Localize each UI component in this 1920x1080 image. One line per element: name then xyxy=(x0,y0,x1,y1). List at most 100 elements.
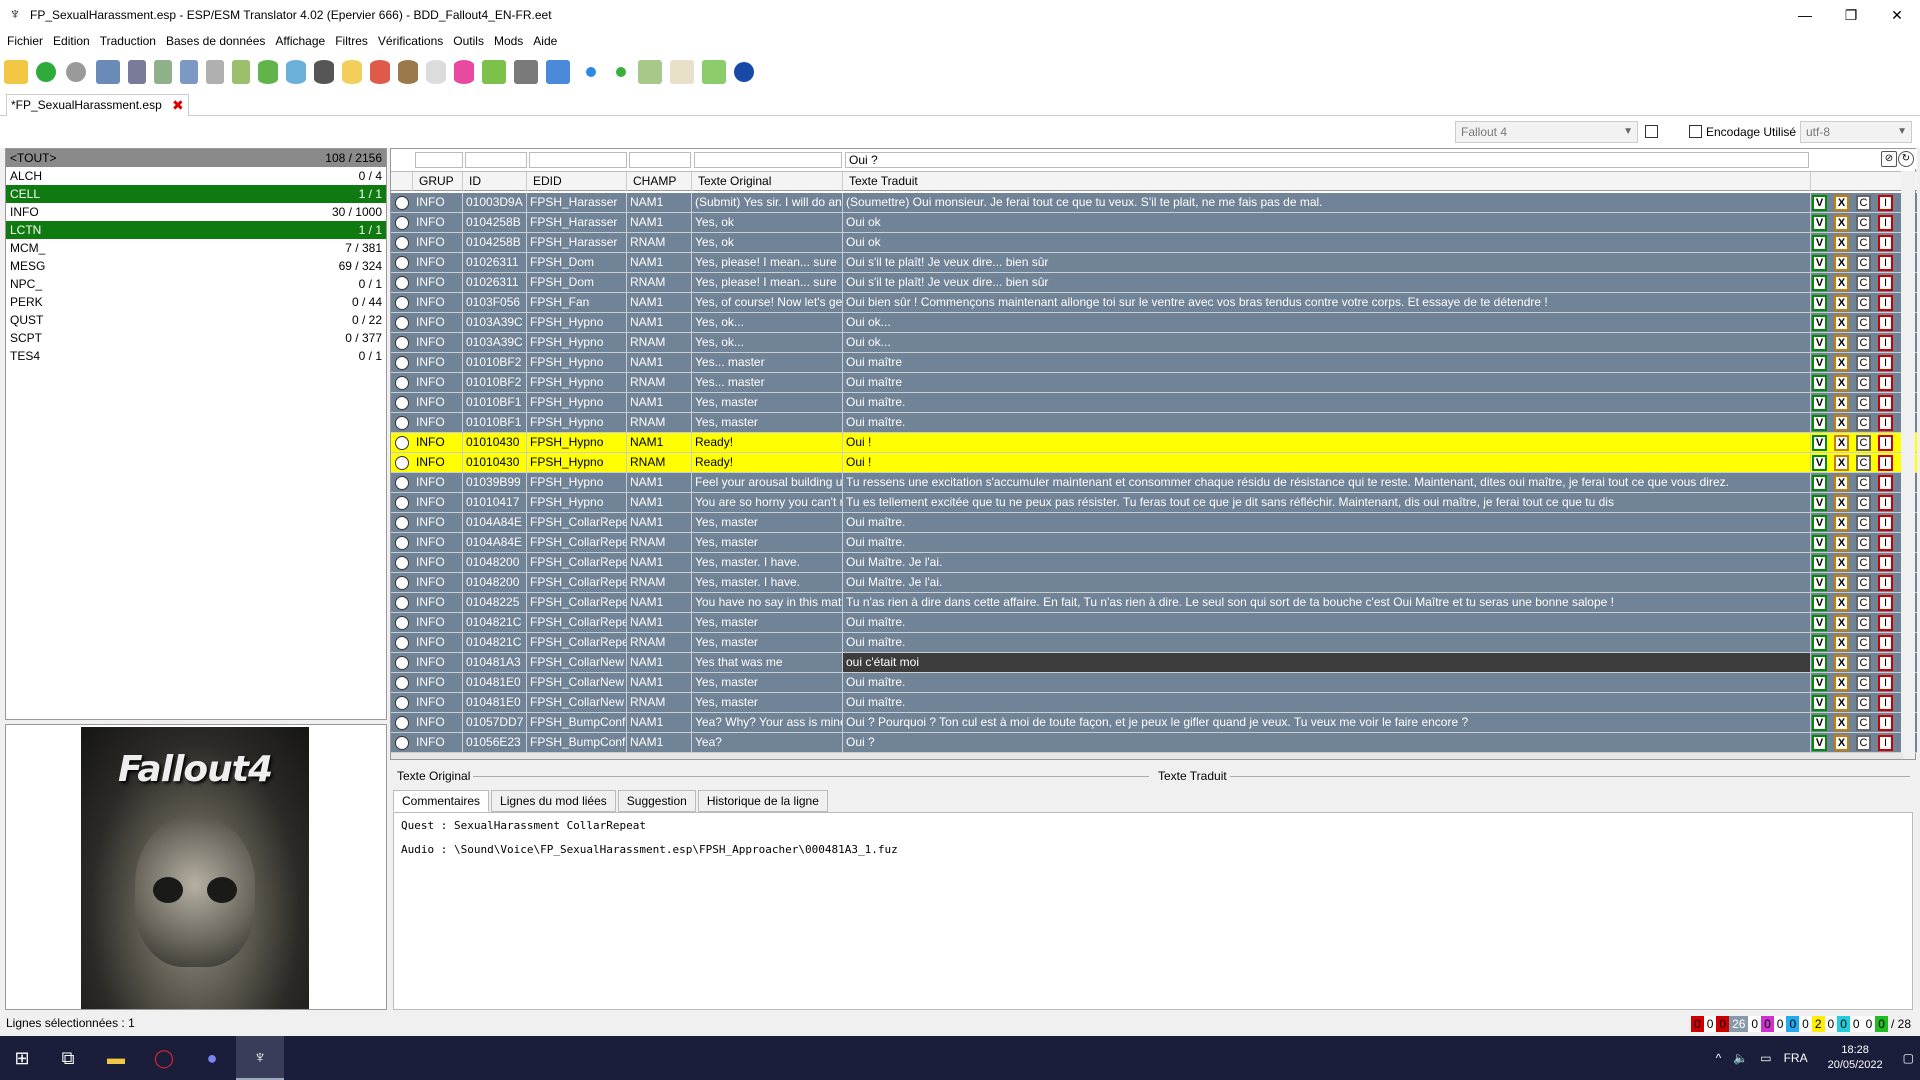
row-v-button[interactable]: V xyxy=(1812,735,1827,751)
taskbar-clock[interactable]: 18:28 20/05/2022 xyxy=(1828,1043,1883,1073)
menu-outils[interactable]: Outils xyxy=(448,34,489,48)
row-select-circle[interactable] xyxy=(395,256,409,270)
row-c-button[interactable]: C xyxy=(1856,295,1871,311)
row-i-button[interactable]: I xyxy=(1878,455,1893,471)
database-brown-icon[interactable] xyxy=(398,60,418,84)
row-x-button[interactable]: X xyxy=(1834,355,1849,371)
puzzle-icon[interactable] xyxy=(638,60,662,84)
database-red-icon[interactable] xyxy=(370,60,390,84)
row-c-button[interactable]: C xyxy=(1856,255,1871,271)
row-c-button[interactable]: C xyxy=(1856,415,1871,431)
table-row[interactable]: INFO 01010430 FPSH_Hypno RNAM Ready! Oui ! V X C… xyxy=(391,453,1917,473)
row-select-circle[interactable] xyxy=(395,516,409,530)
menu-traduction[interactable]: Traduction xyxy=(95,34,161,48)
row-i-button[interactable]: I xyxy=(1878,195,1893,211)
cell-trad[interactable]: Oui ok xyxy=(843,233,1811,252)
category-item[interactable]: <TOUT> 108 / 2156 xyxy=(6,149,386,167)
filter-id-input[interactable] xyxy=(465,152,527,168)
row-v-button[interactable]: V xyxy=(1812,615,1827,631)
notes-icon[interactable] xyxy=(482,60,506,84)
row-select-circle[interactable] xyxy=(395,396,409,410)
add-document-icon[interactable] xyxy=(232,60,250,84)
cell-trad[interactable]: Oui maître. xyxy=(843,633,1811,652)
row-x-button[interactable]: X xyxy=(1834,455,1849,471)
cell-trad[interactable]: Oui maître. xyxy=(843,513,1811,532)
row-select-circle[interactable] xyxy=(395,456,409,470)
row-c-button[interactable]: C xyxy=(1856,535,1871,551)
row-i-button[interactable]: I xyxy=(1878,715,1893,731)
tab-historique[interactable]: Historique de la ligne xyxy=(697,790,828,812)
row-select-circle[interactable] xyxy=(395,576,409,590)
table-row[interactable]: INFO0104A84EFPSH_CollarRepeatRNAMYes, ma… xyxy=(391,533,1917,553)
cell-trad[interactable]: Oui maître xyxy=(843,353,1811,372)
cell-trad[interactable]: Oui s'il te plaît! Je veux dire... bien … xyxy=(843,253,1811,272)
row-select-circle[interactable] xyxy=(395,416,409,430)
arrow-right-icon[interactable] xyxy=(36,62,56,82)
minimize-button[interactable]: — xyxy=(1782,0,1828,30)
row-i-button[interactable]: I xyxy=(1878,595,1893,611)
row-v-button[interactable]: V xyxy=(1812,655,1827,671)
table-row[interactable]: INFO01057DD7FPSH_BumpConfrontNAM1Yea? Wh… xyxy=(391,713,1917,733)
row-c-button[interactable]: C xyxy=(1856,435,1871,451)
row-select-circle[interactable] xyxy=(395,496,409,510)
blue-dot-icon[interactable] xyxy=(586,67,596,77)
row-x-button[interactable]: X xyxy=(1834,715,1849,731)
category-item[interactable]: SCPT 0 / 377 xyxy=(6,329,386,347)
row-select-circle[interactable] xyxy=(395,236,409,250)
filter-edid-input[interactable] xyxy=(529,152,627,168)
row-select-circle[interactable] xyxy=(395,436,409,450)
table-row[interactable]: INFO 010481E0 FPSH_CollarNew RNAM Yes, maste… xyxy=(391,693,1917,713)
row-i-button[interactable]: I xyxy=(1878,575,1893,591)
row-select-circle[interactable] xyxy=(395,596,409,610)
row-i-button[interactable]: I xyxy=(1878,355,1893,371)
row-i-button[interactable]: I xyxy=(1878,295,1893,311)
database-pink-icon[interactable] xyxy=(454,60,474,84)
language-indicator[interactable]: FRA xyxy=(1784,1051,1808,1065)
row-select-circle[interactable] xyxy=(395,336,409,350)
discord-icon[interactable]: ● xyxy=(188,1036,236,1080)
cell-trad[interactable]: Oui s'il te plaît! Je veux dire... bien … xyxy=(843,273,1811,292)
row-c-button[interactable]: C xyxy=(1856,475,1871,491)
table-row[interactable]: INFO 01010430 FPSH_Hypno NAM1 Ready! Oui ! V X C… xyxy=(391,433,1917,453)
row-select-circle[interactable] xyxy=(395,276,409,290)
row-i-button[interactable]: I xyxy=(1878,735,1893,751)
table-row[interactable]: INFO 01010BF2 FPSH_Hypno NAM1 Yes... master O… xyxy=(391,353,1917,373)
table-row[interactable]: INFO0104A84EFPSH_CollarRepeatNAM1Yes, ma… xyxy=(391,513,1917,533)
tab-lignes-liees[interactable]: Lignes du mod liées xyxy=(491,790,616,812)
tab-suggestion[interactable]: Suggestion xyxy=(617,790,696,812)
row-x-button[interactable]: X xyxy=(1834,675,1849,691)
row-i-button[interactable]: I xyxy=(1878,375,1893,391)
row-i-button[interactable]: I xyxy=(1878,275,1893,291)
row-c-button[interactable]: C xyxy=(1856,395,1871,411)
category-item[interactable]: NPC_ 0 / 1 xyxy=(6,275,386,293)
row-i-button[interactable]: I xyxy=(1878,535,1893,551)
menu-bases-de-donnees[interactable]: Bases de données xyxy=(161,34,270,48)
table-row[interactable]: INFO0104821CFPSH_CollarRepeatRNAMYes, ma… xyxy=(391,633,1917,653)
row-x-button[interactable]: X xyxy=(1834,615,1849,631)
row-x-button[interactable]: X xyxy=(1834,475,1849,491)
menu-aide[interactable]: Aide xyxy=(528,34,562,48)
row-select-circle[interactable] xyxy=(395,736,409,750)
row-v-button[interactable]: V xyxy=(1812,495,1827,511)
cell-trad[interactable]: Tu ressens une excitation s'accumuler ma… xyxy=(843,473,1811,492)
header-id[interactable]: ID xyxy=(463,172,527,191)
row-x-button[interactable]: X xyxy=(1834,415,1849,431)
row-c-button[interactable]: C xyxy=(1856,515,1871,531)
row-x-button[interactable]: X xyxy=(1834,315,1849,331)
table-row[interactable]: INFO 010481E0 FPSH_CollarNew NAM1 Yes, maste… xyxy=(391,673,1917,693)
row-i-button[interactable]: I xyxy=(1878,615,1893,631)
category-item[interactable]: CELL 1 / 1 xyxy=(6,185,386,203)
cell-trad[interactable]: Oui ok... xyxy=(843,313,1811,332)
row-v-button[interactable]: V xyxy=(1812,355,1827,371)
play-icon[interactable] xyxy=(734,62,754,82)
tab-commentaires[interactable]: Commentaires xyxy=(393,790,490,812)
row-x-button[interactable]: X xyxy=(1834,255,1849,271)
row-i-button[interactable]: I xyxy=(1878,235,1893,251)
row-i-button[interactable]: I xyxy=(1878,695,1893,711)
edit-icon[interactable] xyxy=(96,60,120,84)
table-row[interactable]: INFO 01026311 FPSH_Dom NAM1 Yes, please! I m… xyxy=(391,253,1917,273)
row-c-button[interactable]: C xyxy=(1856,235,1871,251)
row-v-button[interactable]: V xyxy=(1812,335,1827,351)
cell-trad[interactable]: Oui maître. xyxy=(843,693,1811,712)
table-row[interactable]: INFO 01003D9A FPSH_Harasser NAM1 (Submit) Ye… xyxy=(391,193,1917,213)
